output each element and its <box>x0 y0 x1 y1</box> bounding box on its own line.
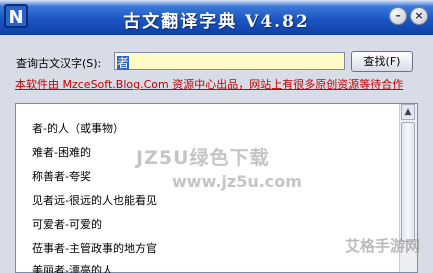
search-label: 查询古文汉字(S): <box>16 57 102 70</box>
watermark-brand: JZ5U绿色下载 <box>136 147 270 169</box>
list-item[interactable]: 美丽者-漂亮的人 <box>32 262 113 273</box>
search-input-value: 者 <box>117 56 130 70</box>
title-bar[interactable]: N 古文翻译字典 V4.82 – × <box>0 0 433 35</box>
scrollbar-thumb[interactable] <box>401 122 415 242</box>
watermark-corner: 艾格手游网 <box>345 237 421 255</box>
find-button[interactable]: 查找(F) <box>351 51 413 72</box>
search-input[interactable]: 者 <box>114 52 345 70</box>
list-item[interactable]: 者-的人（或事物） <box>32 120 124 136</box>
list-item[interactable]: 称善者-夸奖 <box>32 168 91 184</box>
list-item[interactable]: 莅事者-主管政事的地方官 <box>32 240 157 256</box>
window-title: 古文翻译字典 V4.82 <box>123 12 310 32</box>
minimize-button[interactable]: – <box>389 7 407 25</box>
app-window: N 古文翻译字典 V4.82 – × 查询古文汉字(S): 者 查找(F) 本软… <box>0 0 433 273</box>
scroll-up-arrow-icon[interactable]: ▲ <box>401 104 415 120</box>
list-item[interactable]: 见者远-很远的人也能看见 <box>32 192 157 208</box>
list-item[interactable]: 可爱者-可爱的 <box>32 216 102 232</box>
watermark-url: www.jz5u.com <box>172 172 302 191</box>
promo-link[interactable]: 本软件由 MzceSoft.Blog.Com 资源中心出品，网站上有很多原创资源… <box>15 76 433 92</box>
list-item[interactable]: 难者-困难的 <box>32 144 91 160</box>
close-button[interactable]: × <box>410 7 428 25</box>
